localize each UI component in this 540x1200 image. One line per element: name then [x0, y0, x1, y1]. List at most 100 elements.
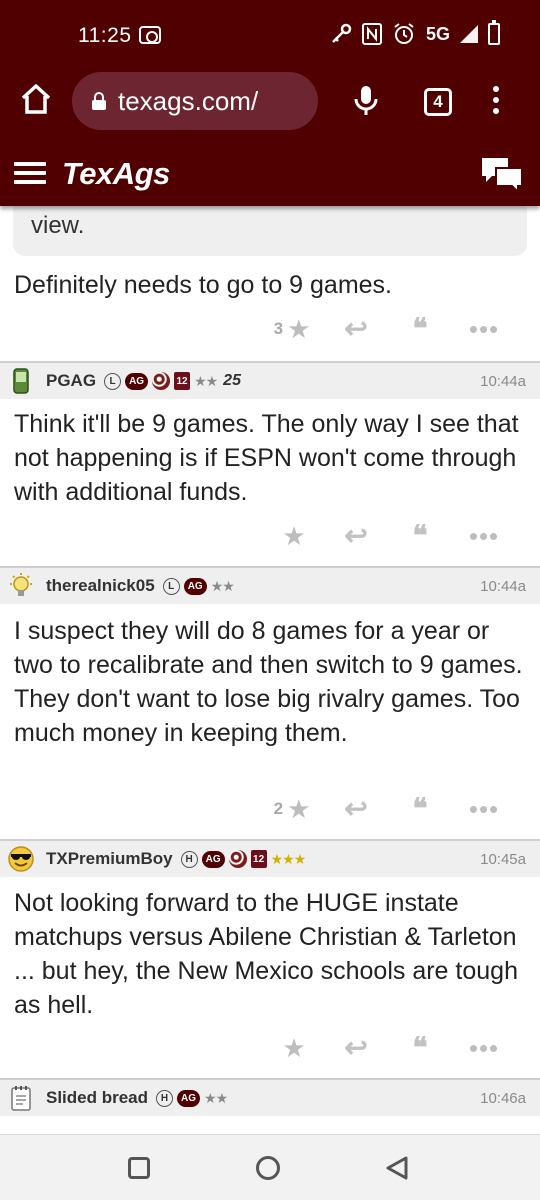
reply-icon: ↩: [344, 520, 368, 551]
more-icon: •••: [468, 521, 500, 551]
microphone-icon[interactable]: [352, 84, 380, 118]
reply-button[interactable]: ↩: [324, 794, 388, 824]
reply-icon: ↩: [344, 793, 368, 824]
username[interactable]: therealnick05: [46, 576, 155, 596]
badge-l: L: [162, 577, 180, 595]
site-logo[interactable]: TexAgs: [62, 156, 170, 192]
post-actions: ★ ↩ ❝ •••: [260, 521, 516, 551]
badge-h: H: [180, 850, 198, 868]
lock-icon: [92, 92, 106, 110]
quote-button[interactable]: ❝: [388, 314, 452, 344]
more-button[interactable]: •••: [452, 1033, 516, 1063]
post-time: 10:44a: [480, 577, 526, 595]
star-icon: ★: [282, 1033, 306, 1063]
star-count: 3: [273, 319, 284, 338]
badge-ag: AG: [125, 372, 149, 390]
star-button[interactable]: 2 ★: [260, 794, 324, 824]
screen-record-icon: [139, 26, 161, 44]
home-button-icon[interactable]: [256, 1156, 280, 1180]
thread-feed[interactable]: view. Definitely needs to go to 9 games.…: [0, 206, 540, 1134]
quote-button[interactable]: ❝: [388, 521, 452, 551]
badge-l: L: [104, 372, 122, 390]
sunglasses-smiley-avatar-icon[interactable]: [6, 844, 36, 874]
more-icon: •••: [468, 1033, 500, 1063]
reply-button[interactable]: ↩: [324, 521, 388, 551]
reply-button[interactable]: ↩: [324, 314, 388, 344]
twelfth-man-badge: 12: [174, 372, 191, 390]
star-icon: ★: [287, 794, 311, 824]
quote-icon: ❝: [412, 520, 428, 551]
post-actions: 3 ★ ↩ ❝ •••: [260, 314, 516, 344]
star-icon: ★: [282, 521, 306, 551]
username[interactable]: PGAG: [46, 371, 96, 391]
phone-avatar-icon[interactable]: [6, 366, 36, 396]
signal-icon: [460, 25, 478, 43]
post-body: Not looking forward to the HUGE instate …: [14, 889, 518, 1019]
badge-ag: AG: [201, 850, 225, 868]
username[interactable]: Slided bread: [46, 1088, 148, 1108]
more-button[interactable]: •••: [452, 794, 516, 824]
badge-ag: AG: [183, 577, 207, 595]
post-time: 10:45a: [480, 850, 526, 868]
post-time: 10:46a: [480, 1089, 526, 1107]
more-icon: •••: [468, 314, 500, 344]
star-count: 2: [273, 799, 284, 818]
hamburger-menu-icon[interactable]: [14, 162, 46, 184]
site-header: TexAgs: [0, 132, 540, 206]
post-actions: 2 ★ ↩ ❝ •••: [260, 794, 516, 824]
rank-badge: 25: [223, 372, 241, 389]
username[interactable]: TXPremiumBoy: [46, 849, 173, 869]
key-icon: [330, 22, 352, 46]
post-header: PGAG L AG 12 ★★ 25 10:44a: [0, 361, 540, 399]
more-button[interactable]: •••: [452, 314, 516, 344]
star-button[interactable]: ★: [260, 521, 324, 551]
recent-apps-icon[interactable]: [128, 1157, 150, 1179]
chat-icon[interactable]: [480, 154, 524, 195]
quote-button[interactable]: ❝: [388, 1033, 452, 1063]
back-icon[interactable]: [384, 1155, 410, 1181]
post-header: therealnick05 L AG ★★ 10:44a: [0, 566, 540, 604]
star-button[interactable]: ★: [260, 1033, 324, 1063]
quote-button[interactable]: ❝: [388, 794, 452, 824]
tab-switcher-button[interactable]: 4: [424, 88, 452, 116]
team-logo-icon: [228, 850, 247, 868]
quoted-text-box: view.: [13, 206, 527, 256]
rank-stars: ★★: [194, 372, 218, 389]
more-icon: •••: [468, 794, 500, 824]
post-header: TXPremiumBoy H AG 12 ★★★ 10:45a: [0, 839, 540, 877]
more-button[interactable]: •••: [452, 521, 516, 551]
rank-stars: ★★: [210, 577, 235, 594]
badge-h: H: [156, 1089, 174, 1107]
quoted-text: view.: [31, 212, 85, 239]
status-icons: 5G: [330, 20, 500, 46]
quote-icon: ❝: [412, 1032, 428, 1063]
rank-stars: ★★: [204, 1089, 228, 1106]
twelfth-man-badge: 12: [250, 850, 267, 868]
url-text: texags.com/: [118, 85, 259, 116]
lightbulb-avatar-icon[interactable]: [6, 571, 36, 601]
home-icon[interactable]: [20, 82, 52, 116]
browser-toolbar: texags.com/ 4: [0, 70, 540, 132]
address-bar[interactable]: texags.com/: [72, 72, 318, 130]
post-time: 10:44a: [480, 372, 526, 390]
quote-icon: ❝: [412, 313, 428, 344]
browser-menu-icon[interactable]: [490, 86, 502, 118]
post-actions: ★ ↩ ❝ •••: [260, 1033, 516, 1063]
reply-icon: ↩: [344, 313, 368, 344]
status-bar: 11:25 5G: [0, 0, 540, 70]
star-icon: ★: [287, 314, 311, 344]
star-button[interactable]: 3 ★: [260, 314, 324, 344]
reply-icon: ↩: [344, 1032, 368, 1063]
network-type: 5G: [425, 23, 450, 44]
badge-ag: AG: [177, 1089, 201, 1107]
team-logo-icon: [152, 372, 171, 390]
post-body: I suspect they will do 8 games for a yea…: [14, 617, 523, 747]
reply-button[interactable]: ↩: [324, 1033, 388, 1063]
notepad-avatar-icon[interactable]: [6, 1083, 36, 1113]
system-navigation-bar: [0, 1134, 540, 1200]
rank-stars: ★★★: [270, 850, 307, 867]
alarm-icon: [392, 22, 416, 46]
nfc-icon: [361, 22, 382, 46]
quote-icon: ❝: [412, 793, 428, 824]
post-header: Slided bread H AG ★★ 10:46a: [0, 1078, 540, 1116]
